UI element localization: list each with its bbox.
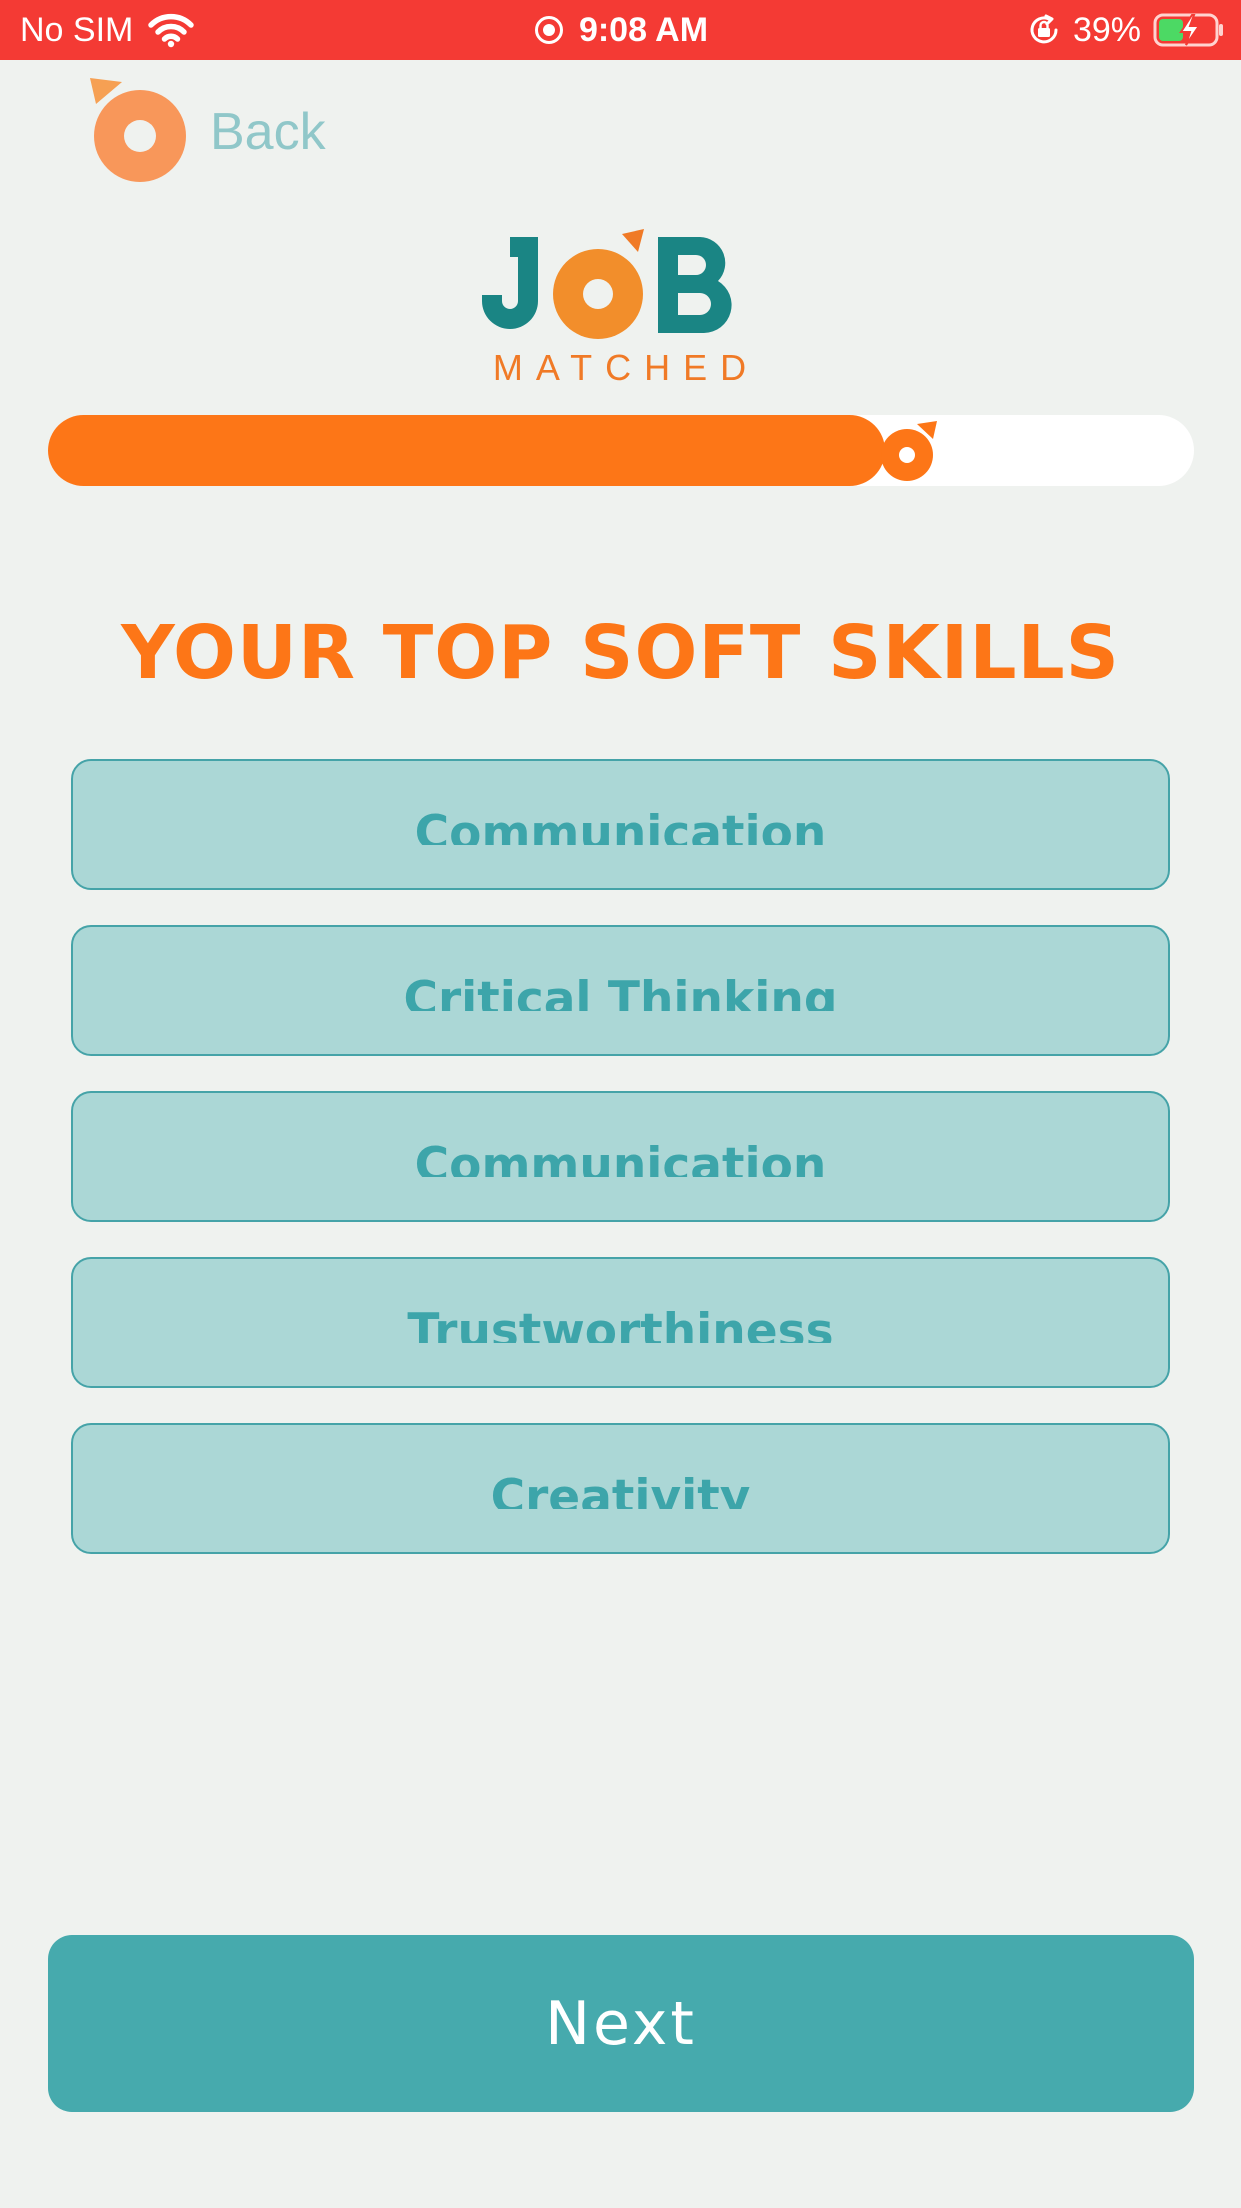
skill-item[interactable]: Critical Thinking [71,925,1170,1056]
skill-label: Communication [414,806,827,845]
skill-label: Creativity [490,1470,751,1509]
logo-subtitle: MATCHED [492,347,760,388]
orange-logo-icon [90,78,186,182]
orientation-lock-icon [1030,14,1058,44]
back-label: Back [210,103,326,161]
progress-bar [48,415,1194,486]
battery-percent: 39% [1072,10,1141,49]
skill-label: Trustworthiness [407,1304,834,1343]
progress-fill [48,415,885,486]
skill-item[interactable]: Trustworthiness [71,1257,1170,1388]
status-right: 39% [1027,10,1225,50]
next-button[interactable]: Next [48,1935,1194,2112]
back-button[interactable]: Back [88,78,326,186]
status-time: 9:08 AM [578,10,709,49]
skill-label: Communication [414,1138,827,1177]
skill-list: Communication Critical Thinking Communic… [71,759,1170,1589]
skill-label: Critical Thinking [403,972,838,1011]
skill-item[interactable]: Communication [71,1091,1170,1222]
battery-charging-icon [1153,13,1223,47]
progress-marker-icon [880,421,937,481]
page-title: YOUR TOP SOFT SKILLS [121,610,1120,696]
skill-item[interactable]: Creativity [71,1423,1170,1554]
location-icon [534,16,563,44]
job-matched-logo: MATCHED [480,225,760,388]
status-bar: No SIM 9:08 AM 39% [0,0,1241,60]
skill-item[interactable]: Communication [71,759,1170,890]
logo-wordmark [482,229,732,339]
